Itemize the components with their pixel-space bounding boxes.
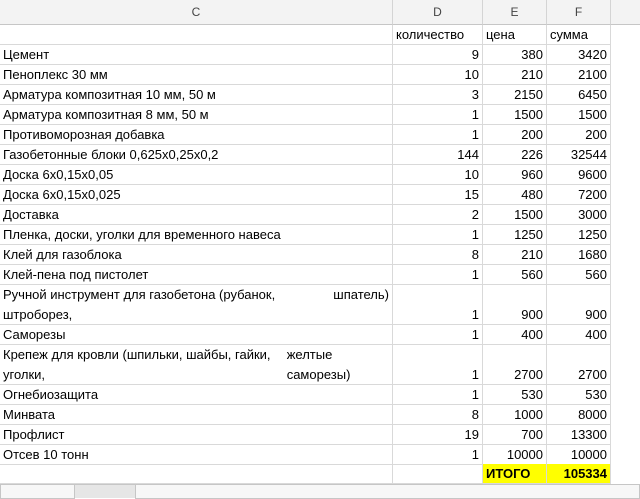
spreadsheet-grid: C D E F количество цена сумма Цемент 9 380… bbox=[0, 0, 640, 484]
cell-item-name[interactable]: Газобетонные блоки 0,625х0,25х0,2 bbox=[0, 145, 393, 165]
cell-sum[interactable]: 2100 bbox=[547, 65, 611, 85]
cell-sum[interactable]: 1680 bbox=[547, 245, 611, 265]
cell-price[interactable]: 900 bbox=[483, 285, 547, 325]
column-header-e[interactable]: E bbox=[483, 0, 547, 25]
cell-item-name[interactable]: Крепеж для кровли (шпильки, шайбы, гайки… bbox=[0, 345, 393, 385]
cell-qty[interactable]: 1 bbox=[393, 265, 483, 285]
cell-item-name-line: желтые саморезы) bbox=[286, 347, 351, 382]
cell-qty[interactable]: 3 bbox=[393, 85, 483, 105]
cell-qty[interactable]: 15 bbox=[393, 185, 483, 205]
cell-sum[interactable]: 2700 bbox=[547, 345, 611, 385]
cell-item-name[interactable]: Цемент bbox=[0, 45, 393, 65]
cell-qty[interactable]: 10 bbox=[393, 165, 483, 185]
cell-qty[interactable]: 1 bbox=[393, 225, 483, 245]
cell-price[interactable]: 10000 bbox=[483, 445, 547, 465]
column-header-f[interactable]: F bbox=[547, 0, 611, 25]
cell-item-name[interactable]: Клей для газоблока bbox=[0, 245, 393, 265]
cell-item-name[interactable]: Арматура композитная 10 мм, 50 м bbox=[0, 85, 393, 105]
cell-item-name[interactable]: Доска 6х0,15х0,05 bbox=[0, 165, 393, 185]
total-empty-c[interactable] bbox=[0, 464, 393, 484]
cell-qty[interactable]: 10 bbox=[393, 65, 483, 85]
cell-qty[interactable]: 1 bbox=[393, 445, 483, 465]
cell-qty[interactable]: 144 bbox=[393, 145, 483, 165]
cell-item-name-line: Крепеж для кровли (шпильки, шайбы, гайки… bbox=[3, 347, 271, 382]
sheet-tab[interactable] bbox=[135, 485, 640, 499]
cell-sum[interactable]: 7200 bbox=[547, 185, 611, 205]
cell-item-name-line: Ручной инструмент для газобетона (рубано… bbox=[3, 287, 276, 322]
cell-item-name[interactable]: Огнебиозащита bbox=[0, 385, 393, 405]
cell-qty[interactable]: 8 bbox=[393, 405, 483, 425]
cell-price[interactable]: 1000 bbox=[483, 405, 547, 425]
cell-price[interactable]: 226 bbox=[483, 145, 547, 165]
cell-item-name[interactable]: Клей-пена под пистолет bbox=[0, 265, 393, 285]
column-header-d[interactable]: D bbox=[393, 0, 483, 25]
cell-qty[interactable]: 19 bbox=[393, 425, 483, 445]
cell-qty[interactable]: 9 bbox=[393, 45, 483, 65]
cell-price[interactable]: 480 bbox=[483, 185, 547, 205]
cell-price[interactable]: 2700 bbox=[483, 345, 547, 385]
cell-item-name[interactable]: Доска 6х0,15х0,025 bbox=[0, 185, 393, 205]
cell-item-name[interactable]: Пеноплекс 30 мм bbox=[0, 65, 393, 85]
cell-sum[interactable]: 900 bbox=[547, 285, 611, 325]
cell-qty[interactable]: 1 bbox=[393, 325, 483, 345]
cell-sum[interactable]: 560 bbox=[547, 265, 611, 285]
cell-price[interactable]: 200 bbox=[483, 125, 547, 145]
total-label[interactable]: ИТОГО bbox=[483, 464, 547, 484]
cell-price[interactable]: 700 bbox=[483, 425, 547, 445]
cell-item-name[interactable]: Пленка, доски, уголки для временного нав… bbox=[0, 225, 393, 245]
cell-price[interactable]: 380 bbox=[483, 45, 547, 65]
sheet-tab[interactable] bbox=[0, 485, 75, 499]
cell-sum[interactable]: 3420 bbox=[547, 45, 611, 65]
cell-sum[interactable]: 10000 bbox=[547, 445, 611, 465]
cell-sum[interactable]: 530 bbox=[547, 385, 611, 405]
column-header-g[interactable] bbox=[611, 0, 640, 25]
cell-sum[interactable]: 400 bbox=[547, 325, 611, 345]
cell-qty[interactable]: 1 bbox=[393, 125, 483, 145]
cell-item-name-line: шпатель) bbox=[333, 287, 389, 302]
cell-sum[interactable]: 3000 bbox=[547, 205, 611, 225]
cell-item-name[interactable]: Минвата bbox=[0, 405, 393, 425]
column-header-c[interactable]: C bbox=[0, 0, 393, 25]
cell-item-name[interactable]: Противоморозная добавка bbox=[0, 125, 393, 145]
cell-price[interactable]: 400 bbox=[483, 325, 547, 345]
cell-qty[interactable]: 2 bbox=[393, 205, 483, 225]
cell-qty[interactable]: 1 bbox=[393, 285, 483, 325]
cell-price[interactable]: 2150 bbox=[483, 85, 547, 105]
cell-qty[interactable]: 1 bbox=[393, 385, 483, 405]
cell-sum[interactable]: 8000 bbox=[547, 405, 611, 425]
cell-price[interactable]: 1250 bbox=[483, 225, 547, 245]
total-value[interactable]: 105334 bbox=[547, 464, 611, 484]
cell-price[interactable]: 530 bbox=[483, 385, 547, 405]
cell-item-name[interactable]: Профлист bbox=[0, 425, 393, 445]
cell-sum[interactable]: 9600 bbox=[547, 165, 611, 185]
sheet-tab-bar bbox=[0, 484, 640, 499]
cell-qty[interactable]: 1 bbox=[393, 345, 483, 385]
cell-sum[interactable]: 200 bbox=[547, 125, 611, 145]
cell-item-name[interactable]: Арматура композитная 8 мм, 50 м bbox=[0, 105, 393, 125]
cell-sum[interactable]: 6450 bbox=[547, 85, 611, 105]
cell-price-header[interactable]: цена bbox=[483, 25, 547, 45]
cell-price[interactable]: 210 bbox=[483, 65, 547, 85]
cell-sum[interactable]: 1250 bbox=[547, 225, 611, 245]
cell-qty-header[interactable]: количество bbox=[393, 25, 483, 45]
cell-price[interactable]: 1500 bbox=[483, 205, 547, 225]
cell-price[interactable]: 960 bbox=[483, 165, 547, 185]
cell-sum-header[interactable]: сумма bbox=[547, 25, 611, 45]
total-empty-d[interactable] bbox=[393, 464, 483, 484]
cell-sum[interactable]: 1500 bbox=[547, 105, 611, 125]
cell-c-header[interactable] bbox=[0, 25, 393, 45]
cell-item-name[interactable]: Саморезы bbox=[0, 325, 393, 345]
cell-price[interactable]: 210 bbox=[483, 245, 547, 265]
cell-sum[interactable]: 13300 bbox=[547, 425, 611, 445]
cell-item-name[interactable]: Отсев 10 тонн bbox=[0, 445, 393, 465]
cell-sum[interactable]: 32544 bbox=[547, 145, 611, 165]
cell-price[interactable]: 1500 bbox=[483, 105, 547, 125]
cell-item-name[interactable]: Ручной инструмент для газобетона (рубано… bbox=[0, 285, 393, 325]
cell-price[interactable]: 560 bbox=[483, 265, 547, 285]
cell-qty[interactable]: 8 bbox=[393, 245, 483, 265]
cell-item-name[interactable]: Доставка bbox=[0, 205, 393, 225]
cell-qty[interactable]: 1 bbox=[393, 105, 483, 125]
